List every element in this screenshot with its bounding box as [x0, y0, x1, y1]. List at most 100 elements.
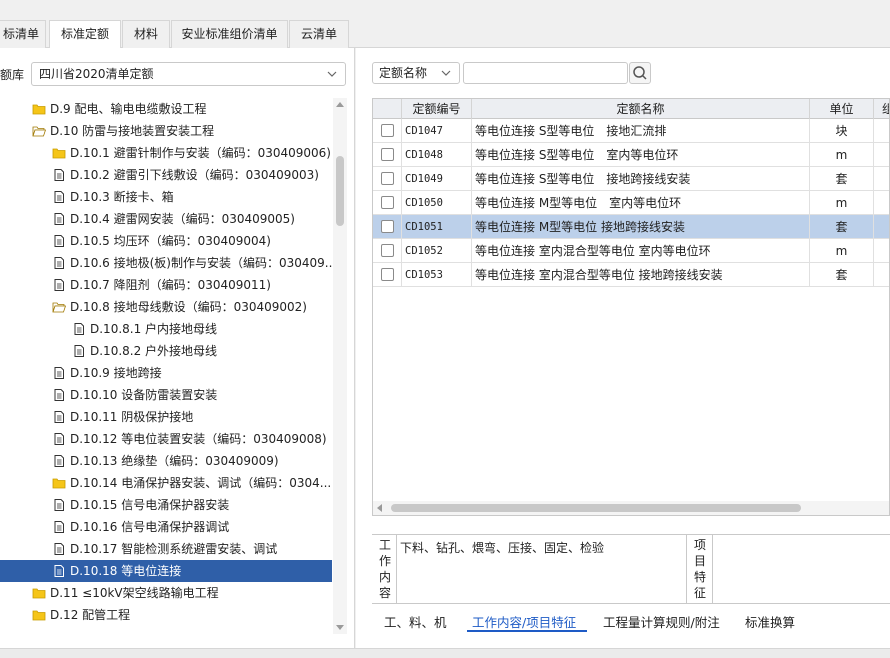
- header-group[interactable]: 组: [874, 99, 889, 119]
- tree-item[interactable]: D.10.15 信号电涌保护器安装: [0, 494, 332, 516]
- divider: [686, 535, 687, 603]
- row-checkbox[interactable]: [381, 172, 394, 185]
- table-row[interactable]: CD1048 等电位连接 S型等电位 室内等电位环 m: [373, 143, 889, 167]
- scroll-down-icon[interactable]: [336, 625, 344, 630]
- tree-item[interactable]: D.10.8.1 户内接地母线: [0, 318, 332, 340]
- work-content-label: 工作内容: [378, 538, 391, 600]
- tree-item-label: D.10.3 断接卡、箱: [70, 190, 174, 204]
- filter-field-select[interactable]: 定额名称: [372, 62, 460, 84]
- quota-group: [874, 239, 889, 263]
- tab-standard-conversion[interactable]: 标准换算: [745, 612, 795, 631]
- tree-item-label: D.10.9 接地跨接: [70, 366, 162, 380]
- header-unit[interactable]: 单位: [810, 99, 874, 119]
- folder-closed-icon: [32, 588, 46, 599]
- tree-item-label: D.10.8.1 户内接地母线: [90, 322, 218, 336]
- tree-item[interactable]: D.10.14 电涌保护器安装、调试（编码：0304...: [0, 472, 332, 494]
- document-icon: [54, 213, 64, 225]
- tree-scrollbar[interactable]: [333, 98, 347, 634]
- row-checkbox[interactable]: [381, 268, 394, 281]
- document-icon: [54, 367, 64, 379]
- row-checkbox-cell: [373, 119, 402, 143]
- row-checkbox[interactable]: [381, 196, 394, 209]
- tab-bill[interactable]: 标清单: [0, 20, 46, 48]
- tree-item[interactable]: D.10.6 接地极(板)制作与安装（编码：030409...: [0, 252, 332, 274]
- tab-bar: 标清单 标准定额 材料 安业标准组价清单 云清单: [0, 10, 890, 49]
- tab-calculation-rules[interactable]: 工程量计算规则/附注: [603, 612, 720, 631]
- tree-item[interactable]: D.10.8 接地母线敷设（编码：030409002): [0, 296, 332, 318]
- tree-item[interactable]: D.10.8.2 户外接地母线: [0, 340, 332, 362]
- tree-item[interactable]: D.10.18 等电位连接: [0, 560, 332, 582]
- scroll-up-icon[interactable]: [336, 102, 344, 107]
- tree-item[interactable]: D.10.10 设备防雷装置安装: [0, 384, 332, 406]
- search-input[interactable]: [463, 62, 628, 84]
- tree-item[interactable]: D.9 配电、输电电缆敷设工程: [0, 98, 332, 120]
- quota-name: 等电位连接 S型等电位 室内等电位环: [472, 143, 810, 167]
- tree-item-label: D.11 ≤10kV架空线路输电工程: [50, 586, 219, 600]
- tab-labor-material-machine[interactable]: 工、料、机: [384, 612, 447, 631]
- row-checkbox[interactable]: [381, 124, 394, 137]
- tab-label: 材料: [133, 27, 158, 41]
- header-code[interactable]: 定额编号: [402, 99, 472, 119]
- scrollbar-thumb[interactable]: [336, 156, 344, 226]
- document-icon: [54, 389, 64, 401]
- tree-item[interactable]: D.11 ≤10kV架空线路输电工程: [0, 582, 332, 604]
- row-checkbox[interactable]: [381, 244, 394, 257]
- library-select[interactable]: 四川省2020清单定额: [31, 62, 346, 86]
- tree-item[interactable]: D.10.12 等电位装置安装（编码：030409008): [0, 428, 332, 450]
- tab-standard-quota[interactable]: 标准定额: [49, 20, 121, 49]
- tab-work-content-features[interactable]: 工作内容/项目特征: [472, 612, 576, 631]
- quota-group: [874, 263, 889, 287]
- scrollbar-thumb[interactable]: [391, 504, 801, 512]
- tree-item[interactable]: D.10 防雷与接地装置安装工程: [0, 120, 332, 142]
- library-label: 额库: [0, 68, 25, 82]
- table-row[interactable]: CD1050 等电位连接 M型等电位 室内等电位环 m: [373, 191, 889, 215]
- table-row[interactable]: CD1053 等电位连接 室内混合型等电位 接地跨接线安装套: [373, 263, 889, 287]
- tab-cloud-bill[interactable]: 云清单: [289, 20, 349, 48]
- folder-closed-icon: [32, 104, 46, 115]
- table-row[interactable]: CD1052 等电位连接 室内混合型等电位 室内等电位环 m: [373, 239, 889, 263]
- tree-item[interactable]: D.10.5 均压环（编码：030409004): [0, 230, 332, 252]
- tree-item-label: D.10.4 避雷网安装（编码：030409005): [70, 212, 295, 226]
- tree-item[interactable]: D.10.13 绝缘垫（编码：030409009): [0, 450, 332, 472]
- quota-unit: 套: [810, 263, 874, 287]
- tree-item[interactable]: D.10.11 阴极保护接地: [0, 406, 332, 428]
- table-header: 定额编号 定额名称 单位 组: [373, 99, 889, 119]
- tab-industry-standard[interactable]: 安业标准组价清单: [171, 20, 288, 48]
- quota-code: CD1047: [402, 119, 472, 143]
- tree-item-label: D.10.2 避雷引下线敷设（编码：030409003): [70, 168, 319, 182]
- row-checkbox[interactable]: [381, 148, 394, 161]
- tab-materials[interactable]: 材料: [122, 20, 170, 48]
- tab-label: 安业标准组价清单: [181, 27, 278, 41]
- search-button[interactable]: [629, 62, 651, 84]
- scroll-left-icon[interactable]: [377, 504, 382, 512]
- folder-closed-icon: [52, 148, 66, 159]
- tree-item[interactable]: D.10.9 接地跨接: [0, 362, 332, 384]
- quota-name: 等电位连接 S型等电位 接地跨接线安装: [472, 167, 810, 191]
- tree-item[interactable]: D.10.3 断接卡、箱: [0, 186, 332, 208]
- tree-item-label: D.10.18 等电位连接: [70, 564, 182, 578]
- table-row[interactable]: CD1051 等电位连接 M型等电位 接地跨接线安装套: [373, 215, 889, 239]
- document-icon: [54, 433, 64, 445]
- tab-label: 标清单: [2, 27, 39, 41]
- table-hscrollbar[interactable]: [373, 501, 889, 515]
- tree-item[interactable]: D.10.17 智能检测系统避雷安装、调试: [0, 538, 332, 560]
- active-tab-underline: [467, 630, 587, 632]
- quota-code: CD1050: [402, 191, 472, 215]
- tree-item-label: D.10.16 信号电涌保护器调试: [70, 520, 230, 534]
- document-icon: [54, 499, 64, 511]
- tree-item[interactable]: D.10.2 避雷引下线敷设（编码：030409003): [0, 164, 332, 186]
- feature-label: 项目特征: [693, 538, 706, 600]
- table-row[interactable]: CD1049 等电位连接 S型等电位 接地跨接线安装套: [373, 167, 889, 191]
- tree-item[interactable]: D.10.7 降阻剂（编码：030409011): [0, 274, 332, 296]
- tree-item-label: D.10.1 避雷针制作与安装（编码：030409006): [70, 146, 331, 160]
- tree-item[interactable]: D.12 配管工程: [0, 604, 332, 626]
- tree-item-label: D.10.12 等电位装置安装（编码：030409008): [70, 432, 327, 446]
- quota-name: 等电位连接 室内混合型等电位 室内等电位环: [472, 239, 810, 263]
- table-row[interactable]: CD1047 等电位连接 S型等电位 接地汇流排块: [373, 119, 889, 143]
- header-name[interactable]: 定额名称: [472, 99, 810, 119]
- tree-item[interactable]: D.10.16 信号电涌保护器调试: [0, 516, 332, 538]
- tree-item[interactable]: D.10.1 避雷针制作与安装（编码：030409006): [0, 142, 332, 164]
- tree-item[interactable]: D.10.4 避雷网安装（编码：030409005): [0, 208, 332, 230]
- row-checkbox[interactable]: [381, 220, 394, 233]
- document-icon: [54, 191, 64, 203]
